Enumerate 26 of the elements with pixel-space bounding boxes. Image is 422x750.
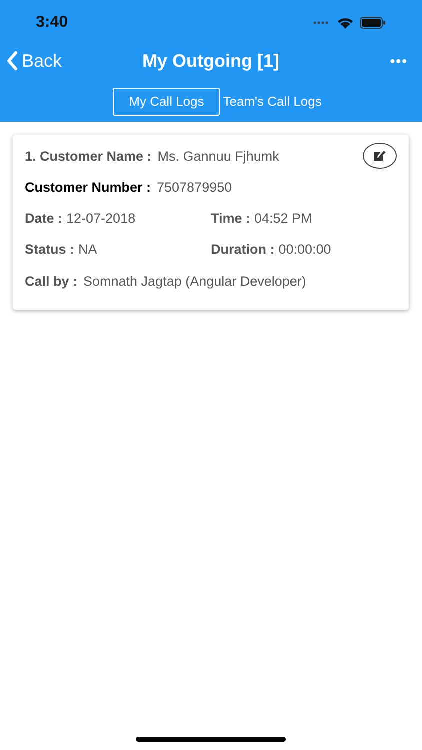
field-value: Somnath Jagtap (Angular Developer) bbox=[84, 272, 306, 291]
field-value: 7507879950 bbox=[157, 178, 232, 197]
battery-icon bbox=[360, 17, 386, 29]
field-label: Time : bbox=[211, 210, 251, 228]
back-button[interactable]: Back bbox=[6, 48, 62, 74]
status-time: 3:40 bbox=[36, 13, 68, 33]
more-button[interactable]: ••• bbox=[390, 50, 416, 72]
tab[interactable]: My Call Logs bbox=[113, 88, 220, 116]
tab[interactable]: Team's Call Logs bbox=[220, 88, 325, 116]
edit-icon bbox=[374, 150, 386, 160]
wifi-icon bbox=[337, 17, 354, 29]
field-label: Status : bbox=[25, 241, 75, 260]
field-value: NA bbox=[78, 241, 98, 260]
field-label: Date : bbox=[25, 210, 63, 228]
field-label: 1. Customer Name : bbox=[25, 148, 152, 166]
field-label: Duration : bbox=[211, 241, 275, 260]
field-value: 04:52 PM bbox=[254, 210, 312, 228]
field-value: Ms. Gannuu Fjhumk bbox=[158, 148, 280, 166]
field-value: 00:00:00 bbox=[278, 241, 332, 260]
chevron-left-icon bbox=[6, 51, 18, 71]
field-value: 12-07-2018 bbox=[66, 210, 136, 228]
field-label: Call by : bbox=[25, 272, 78, 291]
field-label: Customer Number : bbox=[25, 178, 152, 197]
edit-button[interactable] bbox=[363, 142, 397, 168]
signal-icon bbox=[313, 21, 331, 25]
page-title: My Outgoing [1] bbox=[142, 50, 280, 73]
